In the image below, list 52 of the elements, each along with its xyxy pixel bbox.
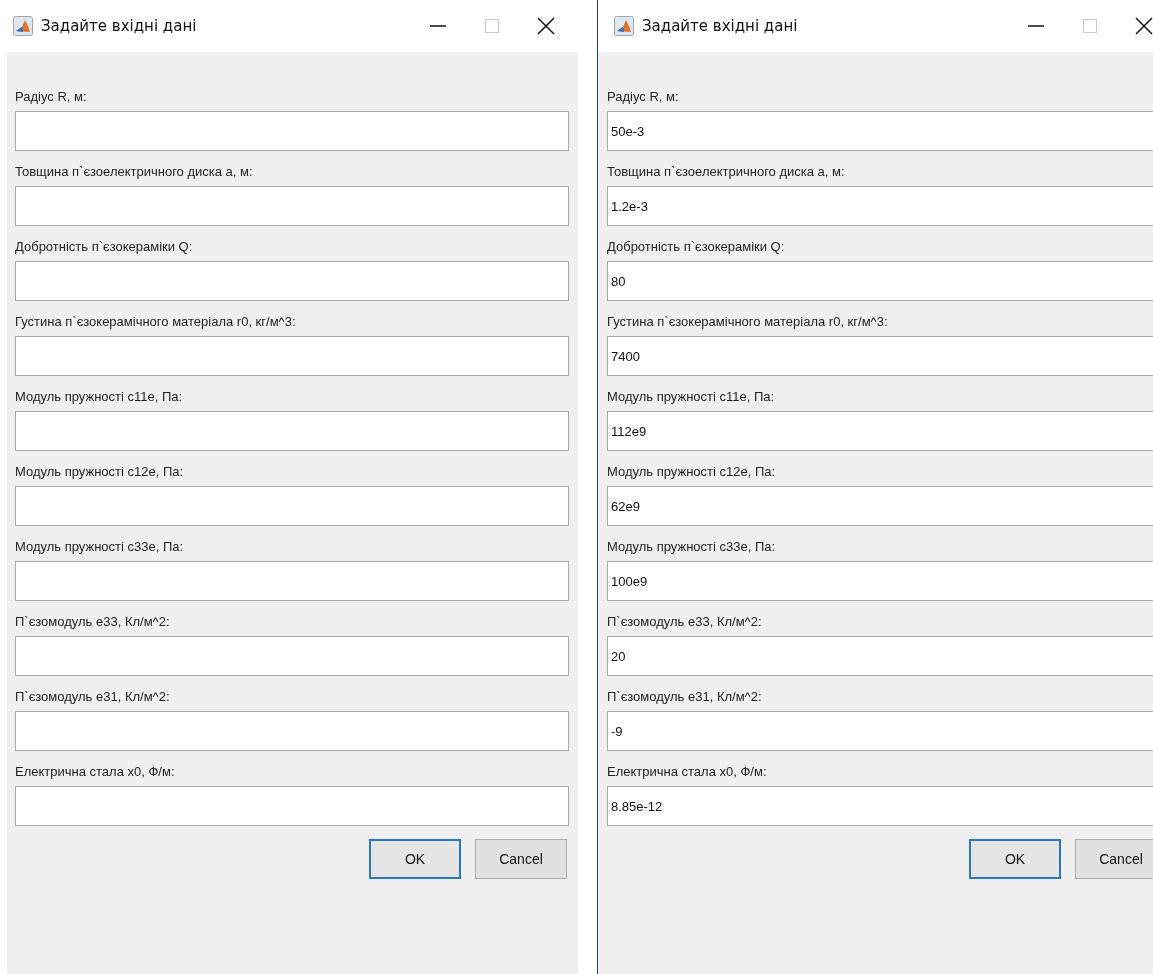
input-field[interactable]	[15, 786, 569, 826]
input-field[interactable]	[15, 411, 569, 451]
field-label: Модуль пружності c33e, Па:	[15, 539, 185, 555]
close-icon[interactable]	[536, 16, 556, 36]
window-title: Задайте вхідні дані	[41, 17, 197, 35]
field-label: П`єзомодуль e31, Кл/м^2:	[607, 689, 763, 705]
field-label: Модуль пружності c12e, Па:	[15, 464, 185, 480]
field-label: Модуль пружності c12e, Па:	[607, 464, 777, 480]
input-field[interactable]: -9	[607, 711, 1153, 751]
input-field[interactable]: 1.2e-3	[607, 186, 1153, 226]
field-label: Модуль пружності c33e, Па:	[607, 539, 777, 555]
input-field[interactable]: 7400	[607, 336, 1153, 376]
field-label: Товщина п`єзоелектричного диска a, м:	[607, 164, 846, 180]
cancel-button[interactable]: Cancel	[1075, 839, 1153, 879]
input-field[interactable]: 20	[607, 636, 1153, 676]
input-field[interactable]: 100e9	[607, 561, 1153, 601]
input-field[interactable]: 112e9	[607, 411, 1153, 451]
cancel-button[interactable]: Cancel	[475, 839, 567, 879]
field-label: Електрична стала x0, Ф/м:	[15, 764, 176, 780]
input-field[interactable]: 62e9	[607, 486, 1153, 526]
field-label: Густина п`єзокерамічного матеріала r0, кг/м^3:	[15, 314, 297, 330]
field-label: Модуль пружності c11e, Па:	[607, 389, 776, 405]
app-icon	[614, 16, 634, 36]
ok-button[interactable]: OK	[969, 839, 1061, 879]
field-label: Модуль пружності c11e, Па:	[15, 389, 184, 405]
field-label: Густина п`єзокерамічного матеріала r0, кг/м^3:	[607, 314, 889, 330]
field-label: Радіус R, м:	[15, 89, 88, 105]
field-label: П`єзомодуль e33, Кл/м^2:	[607, 614, 763, 630]
field-label: Радіус R, м:	[607, 89, 680, 105]
window-title: Задайте вхідні дані	[642, 17, 798, 35]
input-field[interactable]	[15, 111, 569, 151]
input-field[interactable]: 80	[607, 261, 1153, 301]
input-field[interactable]	[15, 711, 569, 751]
input-field[interactable]	[15, 186, 569, 226]
maximize-icon[interactable]	[1080, 16, 1100, 36]
input-field[interactable]	[15, 261, 569, 301]
input-field[interactable]	[15, 486, 569, 526]
close-icon[interactable]	[1134, 16, 1153, 36]
input-field[interactable]: 50e-3	[607, 111, 1153, 151]
input-field[interactable]	[15, 336, 569, 376]
field-label: Електрична стала x0, Ф/м:	[607, 764, 768, 780]
input-field[interactable]	[15, 561, 569, 601]
app-icon	[13, 16, 33, 36]
input-field[interactable]	[15, 636, 569, 676]
field-label: П`єзомодуль e33, Кл/м^2:	[15, 614, 171, 630]
input-field[interactable]: 8.85e-12	[607, 786, 1153, 826]
maximize-icon[interactable]	[482, 16, 502, 36]
ok-button[interactable]: OK	[369, 839, 461, 879]
field-label: Товщина п`єзоелектричного диска a, м:	[15, 164, 254, 180]
field-label: Добротність п`єзокераміки Q:	[607, 239, 786, 255]
field-label: Добротність п`єзокераміки Q:	[15, 239, 194, 255]
field-label: П`єзомодуль e31, Кл/м^2:	[15, 689, 171, 705]
